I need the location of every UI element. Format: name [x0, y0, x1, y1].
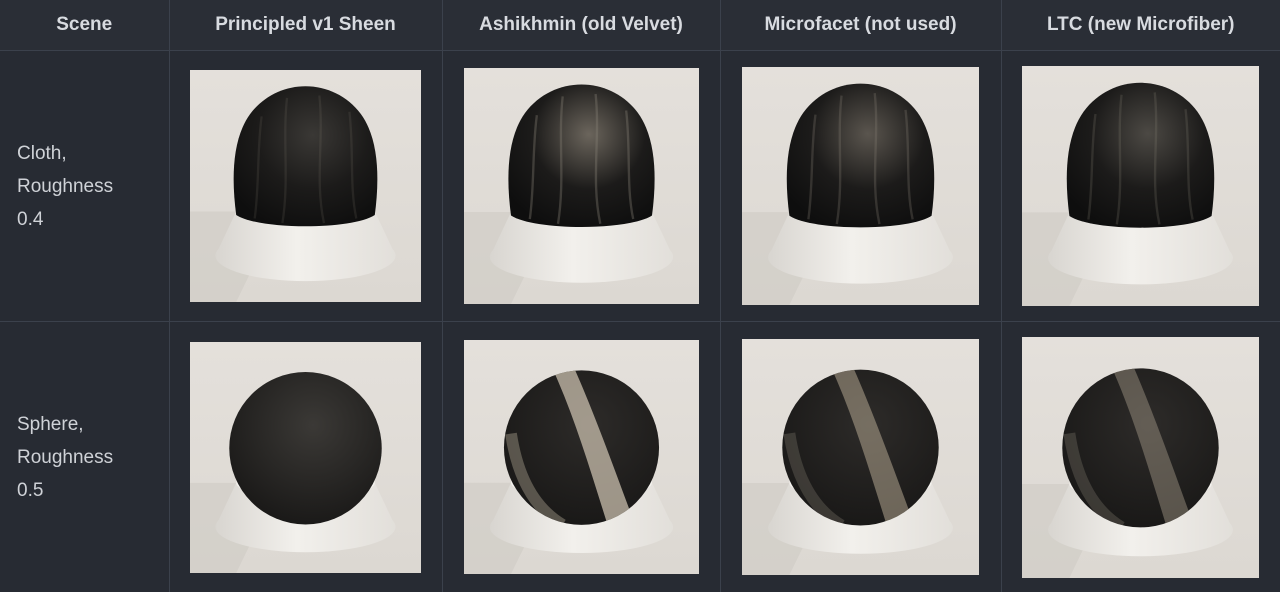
render-cell [442, 322, 720, 592]
render-cell [1001, 51, 1280, 322]
scene-label-cell: Cloth, Roughness 0.4 [0, 51, 169, 322]
render-cell [169, 322, 442, 592]
scene-label-line: Roughness [17, 441, 157, 474]
comparison-table: Scene Principled v1 Sheen Ashikhmin (old… [0, 0, 1280, 592]
table-row: Sphere, Roughness 0.5 [0, 322, 1280, 592]
scene-label-cell: Sphere, Roughness 0.5 [0, 322, 169, 592]
scene-label-line: Roughness [17, 170, 157, 203]
header-row: Scene Principled v1 Sheen Ashikhmin (old… [0, 0, 1280, 51]
render-cell [169, 51, 442, 322]
sphere-render-image[interactable] [190, 342, 421, 573]
cloth-render-image[interactable] [464, 68, 699, 304]
render-cell [720, 322, 1001, 592]
cloth-render-image[interactable] [190, 70, 421, 302]
cloth-render-image[interactable] [1022, 66, 1259, 306]
render-cell [442, 51, 720, 322]
scene-label-line: 0.4 [17, 203, 157, 236]
render-cell [1001, 322, 1280, 592]
header-ashikhmin: Ashikhmin (old Velvet) [442, 0, 720, 51]
table-row: Cloth, Roughness 0.4 [0, 51, 1280, 322]
render-cell [720, 51, 1001, 322]
scene-label-line: Cloth, [17, 137, 157, 170]
scene-label-line: Sphere, [17, 408, 157, 441]
header-ltc: LTC (new Microfiber) [1001, 0, 1280, 51]
sphere-render-image[interactable] [464, 340, 699, 574]
header-microfacet: Microfacet (not used) [720, 0, 1001, 51]
sphere-render-image[interactable] [742, 339, 979, 575]
header-principled-v1-sheen: Principled v1 Sheen [169, 0, 442, 51]
sphere-render-image[interactable] [1022, 337, 1259, 578]
scene-label-line: 0.5 [17, 474, 157, 507]
header-scene: Scene [0, 0, 169, 51]
cloth-render-image[interactable] [742, 67, 979, 305]
